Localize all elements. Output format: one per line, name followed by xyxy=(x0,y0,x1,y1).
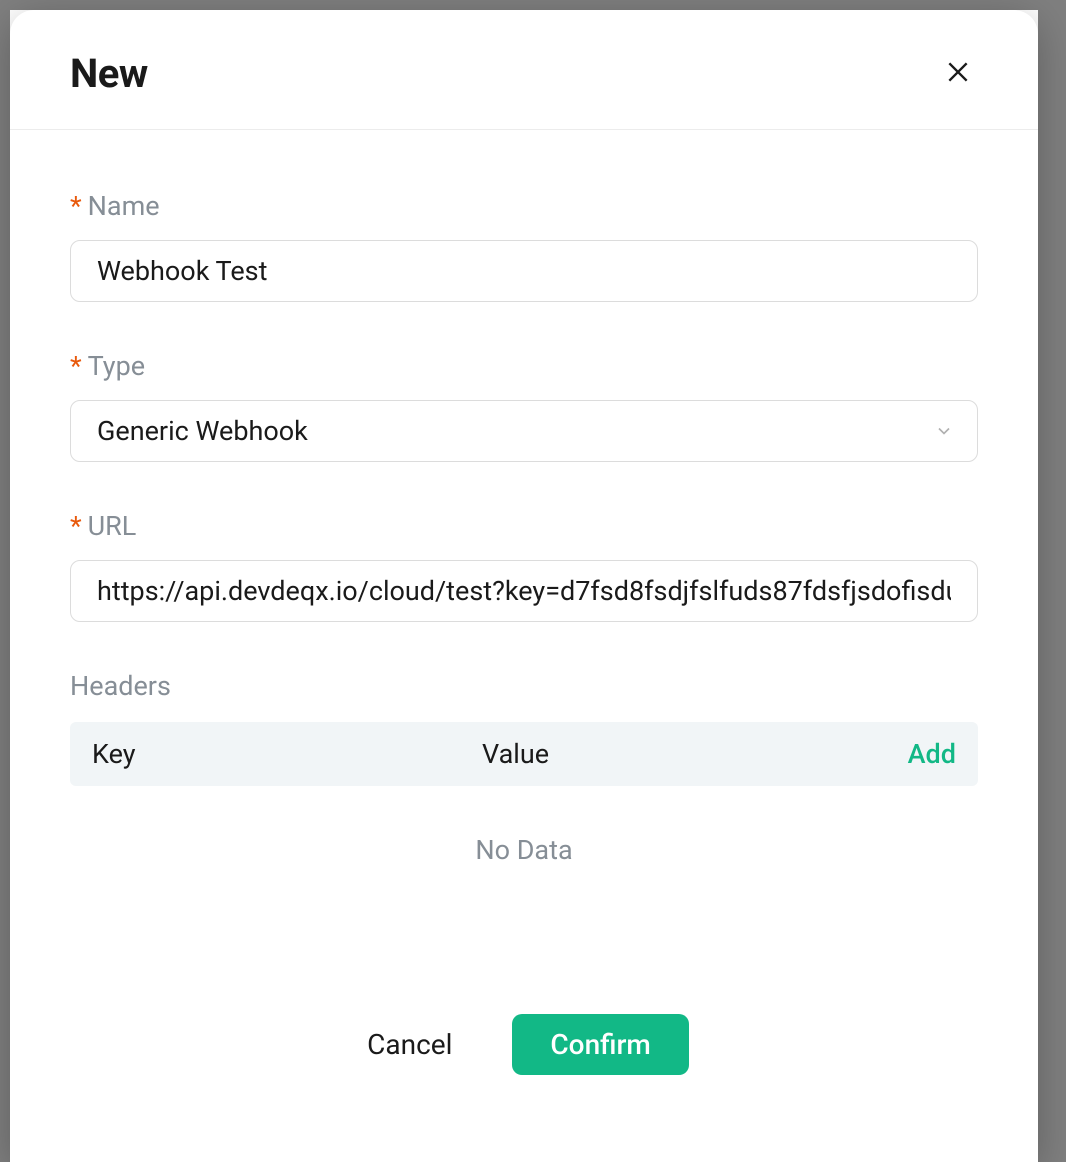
type-label: *Type xyxy=(70,350,978,382)
url-label-text: URL xyxy=(88,510,137,542)
required-asterisk: * xyxy=(70,510,82,542)
close-button[interactable] xyxy=(938,54,978,94)
headers-table-header: Key Value Add xyxy=(70,722,978,786)
url-field: *URL xyxy=(70,510,978,622)
name-field: *Name xyxy=(70,190,978,302)
modal-footer: Cancel Confirm xyxy=(70,974,978,1075)
cancel-button[interactable]: Cancel xyxy=(359,1014,460,1075)
bg-top-strip xyxy=(0,0,1066,10)
new-webhook-modal: New *Name *Type Generic Webhook xyxy=(10,10,1038,1162)
url-label: *URL xyxy=(70,510,978,542)
headers-column-value: Value xyxy=(482,738,908,770)
required-asterisk: * xyxy=(70,190,82,222)
type-select-wrap: Generic Webhook xyxy=(70,400,978,462)
name-label-text: Name xyxy=(88,190,160,222)
add-header-button[interactable]: Add xyxy=(908,738,956,770)
headers-empty-text: No Data xyxy=(70,834,978,866)
url-input[interactable] xyxy=(70,560,978,622)
headers-label: Headers xyxy=(70,670,978,702)
required-asterisk: * xyxy=(70,350,82,382)
close-icon xyxy=(945,59,971,88)
name-label: *Name xyxy=(70,190,978,222)
bg-left-strip xyxy=(0,10,10,1162)
modal-title: New xyxy=(70,50,148,97)
headers-column-key: Key xyxy=(92,738,482,770)
type-select[interactable]: Generic Webhook xyxy=(70,400,978,462)
bg-right-strip xyxy=(1038,10,1066,1162)
type-field: *Type Generic Webhook xyxy=(70,350,978,462)
type-label-text: Type xyxy=(88,350,145,382)
headers-section: Headers Key Value Add No Data xyxy=(70,670,978,866)
modal-header: New xyxy=(10,10,1038,130)
confirm-button[interactable]: Confirm xyxy=(512,1014,688,1075)
name-input[interactable] xyxy=(70,240,978,302)
modal-body: *Name *Type Generic Webhook *URL Headers xyxy=(10,130,1038,1162)
